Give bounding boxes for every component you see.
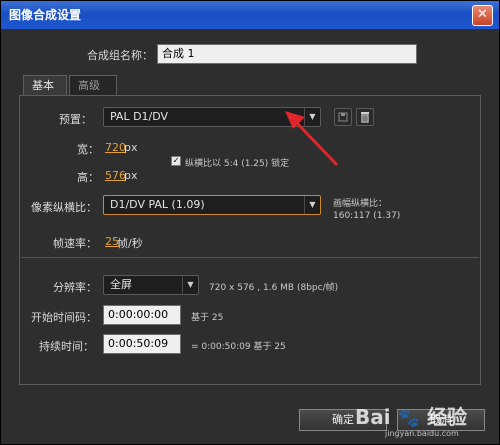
width-value[interactable]: 720 [105, 141, 126, 154]
comp-name-label: 合成组名称： [87, 49, 153, 62]
lock-aspect-checkbox[interactable]: ✓ [171, 156, 181, 166]
paw-icon: 🐾 [397, 408, 420, 429]
close-icon: ✕ [477, 7, 488, 22]
watermark-text-2: 经验 [426, 405, 467, 429]
frame-rate-label: 帧速率： [53, 237, 97, 250]
duration-label: 持续时间： [39, 340, 94, 353]
start-timecode-note: 基于 25 [191, 313, 224, 323]
width-label: 宽： [77, 143, 99, 156]
chevron-down-icon: ▼ [182, 276, 198, 294]
duration-input[interactable]: 0:00:50:09 [103, 334, 181, 354]
resolution-info: 720 x 576 , 1.6 MB (8bpc/帧) [209, 283, 339, 293]
close-button[interactable]: ✕ [472, 5, 493, 26]
window-title: 图像合成设置 [9, 8, 82, 22]
annotation-arrow-icon [285, 111, 339, 167]
watermark-text: Bai [355, 405, 391, 429]
lock-aspect-label: 纵横比以 5:4 (1.25) 锁定 [185, 159, 290, 169]
duration-note: = 0:00:50:09 基于 25 [191, 342, 286, 352]
tab-advanced[interactable]: 高级 [69, 75, 117, 95]
height-unit: px [124, 169, 138, 182]
watermark-url: jingyan.baidu.com [385, 429, 459, 438]
start-timecode-label: 开始时间码： [31, 311, 97, 324]
width-unit: px [124, 141, 138, 154]
start-timecode-input[interactable]: 0:00:00:00 [103, 305, 181, 325]
preset-value: PAL D1/DV [110, 110, 169, 123]
delete-preset-button[interactable] [356, 108, 374, 126]
height-label: 高： [77, 171, 99, 184]
composition-settings-dialog: 图像合成设置 ✕ 合成组名称： 合成 1 基本 高级 预置： PAL D1/DV… [0, 0, 500, 445]
resolution-select[interactable]: 全屏 ▼ [103, 275, 199, 295]
height-value[interactable]: 576 [105, 169, 126, 182]
frame-aspect-value: 160:117 (1.37) [333, 211, 401, 221]
pixel-aspect-label: 像素纵横比： [31, 201, 97, 214]
frame-rate-unit: 帧/秒 [117, 237, 143, 250]
frame-aspect-label: 画幅纵横比： [333, 199, 388, 209]
baidu-watermark: Bai 🐾 经验 jingyan.baidu.com [355, 401, 495, 441]
section-divider [21, 257, 479, 258]
pixel-aspect-value: D1/DV PAL (1.09) [110, 198, 205, 211]
comp-name-input[interactable]: 合成 1 [157, 44, 417, 64]
trash-icon [361, 112, 369, 123]
resolution-value: 全屏 [110, 278, 132, 291]
tab-basic[interactable]: 基本 [23, 75, 67, 95]
resolution-label: 分辨率： [53, 281, 97, 294]
pixel-aspect-select[interactable]: D1/DV PAL (1.09) ▼ [103, 195, 321, 215]
title-bar: 图像合成设置 ✕ [1, 1, 499, 29]
chevron-down-icon: ▼ [304, 196, 320, 214]
preset-label: 预置： [59, 113, 92, 126]
